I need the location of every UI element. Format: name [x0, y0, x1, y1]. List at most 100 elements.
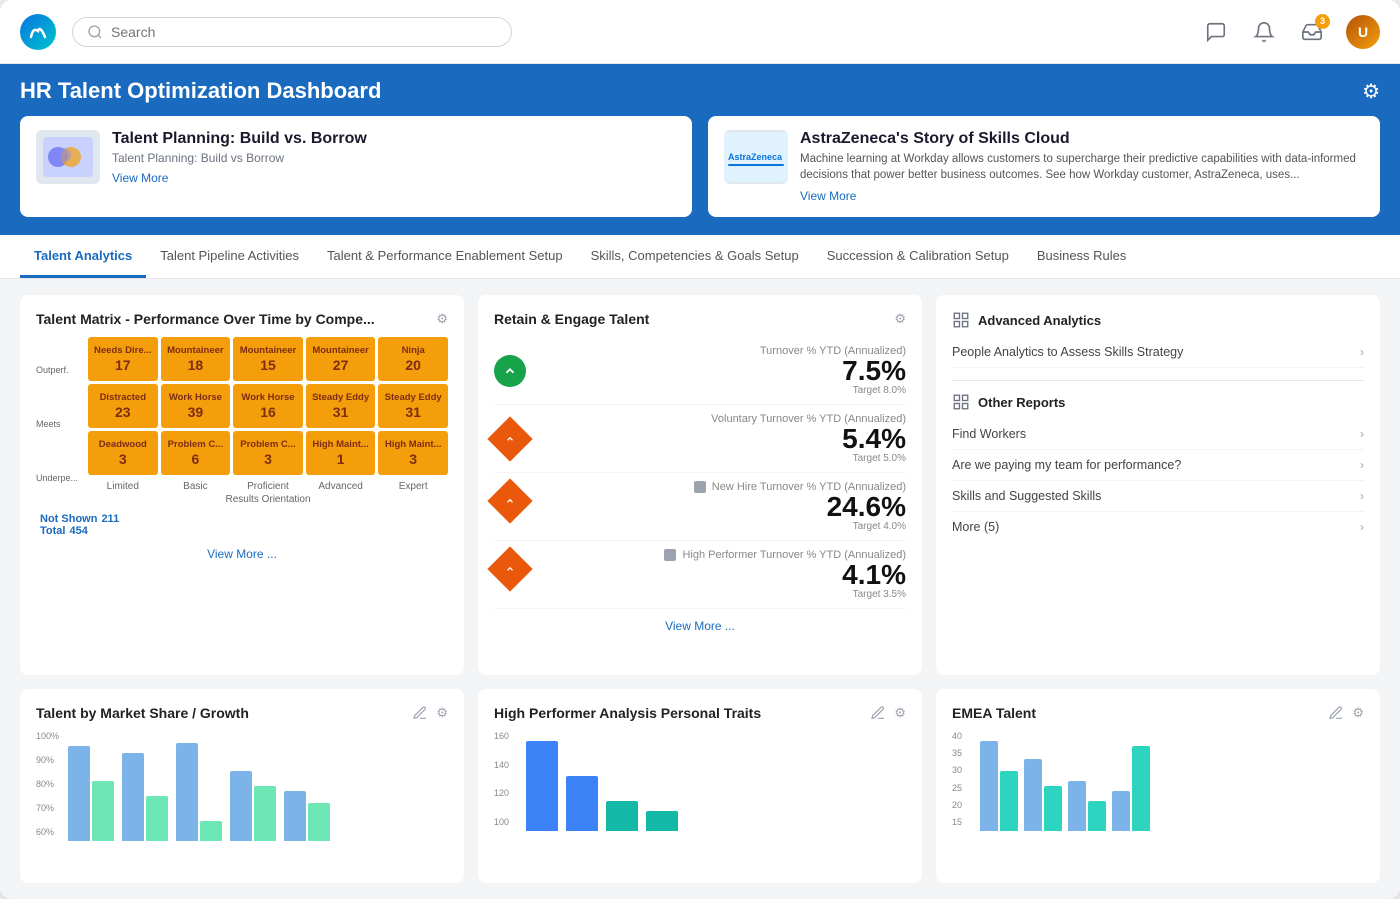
workday-logo[interactable] [20, 14, 56, 50]
retain-engage-title: Retain & Engage Talent [494, 311, 649, 327]
matrix-cell-0-3: Mountaineer27 [306, 337, 376, 381]
metric-value-4: 4.1% [538, 561, 906, 589]
chevron-icon-3: › [1360, 458, 1364, 472]
chevron-icon-4: › [1360, 489, 1364, 503]
tab-succession[interactable]: Succession & Calibration Setup [813, 236, 1023, 278]
metric-value-2: 5.4% [538, 425, 906, 453]
talent-matrix-view-more[interactable]: View More ... [36, 547, 448, 561]
metric-row-4: High Performer Turnover % YTD (Annualize… [494, 541, 906, 609]
retain-engage-card: Retain & Engage Talent ⚙ Turnover % YTD … [478, 295, 922, 675]
report-item-more[interactable]: More (5) › [952, 512, 1364, 542]
promo-subtitle-1: Talent Planning: Build vs Borrow [112, 151, 676, 165]
report-item-people-analytics[interactable]: People Analytics to Assess Skills Strate… [952, 337, 1364, 368]
report-item-find-workers[interactable]: Find Workers › [952, 419, 1364, 450]
matrix-cell-2-2: Problem C...3 [233, 431, 303, 475]
dashboard-title: HR Talent Optimization Dashboard [20, 78, 381, 104]
matrix-cell-2-1: Problem C...6 [161, 431, 231, 475]
search-bar[interactable] [72, 17, 512, 47]
metric-row-3: New Hire Turnover % YTD (Annualized) 24.… [494, 473, 906, 541]
chat-icon[interactable] [1202, 18, 1230, 46]
search-input[interactable] [111, 24, 497, 40]
report-link-label: People Analytics to Assess Skills Strate… [952, 345, 1183, 359]
metric-content-1: Turnover % YTD (Annualized) 7.5% Target … [538, 345, 906, 396]
promo-card-2: AstraZeneca AstraZeneca's Story of Skill… [708, 116, 1380, 217]
metric-icon-orange-3 [487, 479, 532, 524]
not-shown-value: 211 [101, 513, 119, 525]
promo-thumb-2: AstraZeneca [724, 130, 788, 184]
emea-talent-card: EMEA Talent ⚙ 403530252015 [936, 689, 1380, 883]
market-share-icons[interactable]: ⚙ [412, 705, 448, 721]
promo-title-1: Talent Planning: Build vs. Borrow [112, 130, 676, 148]
tab-talent-analytics[interactable]: Talent Analytics [20, 236, 146, 278]
market-share-title: Talent by Market Share / Growth [36, 705, 249, 721]
x-label-advanced: Advanced [306, 481, 376, 492]
chevron-icon-1: › [1360, 345, 1364, 359]
user-avatar[interactable]: U [1346, 15, 1380, 49]
promo-desc-2: Machine learning at Workday allows custo… [800, 151, 1364, 183]
report-item-paying[interactable]: Are we paying my team for performance? › [952, 450, 1364, 481]
emea-icons[interactable]: ⚙ [1328, 705, 1364, 721]
report-item-skills[interactable]: Skills and Suggested Skills › [952, 481, 1364, 512]
blue-header: HR Talent Optimization Dashboard ⚙ Talen… [0, 64, 1400, 235]
promo-thumb-1 [36, 130, 100, 184]
advanced-analytics-title: Advanced Analytics [978, 313, 1101, 328]
tab-enablement[interactable]: Talent & Performance Enablement Setup [313, 236, 577, 278]
emea-chart: 403530252015 [952, 731, 1364, 831]
promo-link-2[interactable]: View More [800, 189, 1364, 203]
metric-icon-orange-2 [487, 416, 532, 461]
retain-settings-icon[interactable]: ⚙ [894, 311, 906, 327]
matrix-cell-0-4: Ninja20 [378, 337, 448, 381]
tab-business-rules[interactable]: Business Rules [1023, 236, 1141, 278]
x-axis-title: Results Orientation [88, 494, 448, 505]
chevron-icon-2: › [1360, 427, 1364, 441]
metric-target-4: Target 3.5% [538, 589, 906, 600]
x-label-proficient: Proficient [233, 481, 303, 492]
row-label-outperf: Outperf. [36, 365, 84, 375]
inbox-icon[interactable]: 3 [1298, 18, 1326, 46]
nav-icons: 3 U [1202, 15, 1380, 49]
metric-content-4: High Performer Turnover % YTD (Annualize… [538, 549, 906, 600]
retain-view-more[interactable]: View More ... [494, 619, 906, 633]
total-label: Total [40, 525, 65, 537]
bell-icon[interactable] [1250, 18, 1278, 46]
matrix-cell-0-2: Mountaineer15 [233, 337, 303, 381]
tab-pipeline[interactable]: Talent Pipeline Activities [146, 236, 313, 278]
other-reports-title: Other Reports [978, 395, 1065, 410]
metric-content-2: Voluntary Turnover % YTD (Annualized) 5.… [538, 413, 906, 464]
talent-matrix-settings-icon[interactable]: ⚙ [436, 311, 448, 327]
row-label-underpe: Underpe... [36, 473, 84, 483]
matrix-cell-1-3: Steady Eddy31 [306, 384, 376, 428]
matrix-cell-2-4: High Maint...3 [378, 431, 448, 475]
promo-link-1[interactable]: View More [112, 171, 676, 185]
section-divider-1 [952, 380, 1364, 381]
tab-skills[interactable]: Skills, Competencies & Goals Setup [577, 236, 813, 278]
tabs-bar: Talent Analytics Talent Pipeline Activit… [0, 235, 1400, 279]
svg-text:AstraZeneca: AstraZeneca [728, 152, 783, 162]
talent-matrix-card: Talent Matrix - Performance Over Time by… [20, 295, 464, 675]
emea-title: EMEA Talent [952, 705, 1036, 721]
row-label-meets: Meets [36, 419, 84, 429]
chevron-icon-5: › [1360, 520, 1364, 534]
metric-icon-green [494, 355, 526, 387]
advanced-analytics-card: Advanced Analytics People Analytics to A… [936, 295, 1380, 675]
metric-row-2: Voluntary Turnover % YTD (Annualized) 5.… [494, 405, 906, 473]
matrix-cell-0-0: Needs Dire...17 [88, 337, 158, 381]
matrix-cell-0-1: Mountaineer18 [161, 337, 231, 381]
promo-cards: Talent Planning: Build vs. Borrow Talent… [20, 116, 1380, 217]
main-content: Talent Matrix - Performance Over Time by… [0, 279, 1400, 899]
matrix-cell-1-0: Distracted23 [88, 384, 158, 428]
matrix-cell-2-3: High Maint...1 [306, 431, 376, 475]
high-performer-chart: 160140120100 [494, 731, 906, 831]
matrix-footer: Not Shown211 Total454 [36, 513, 448, 537]
metric-value-3: 24.6% [538, 493, 906, 521]
high-performer-title: High Performer Analysis Personal Traits [494, 705, 761, 721]
high-performer-icons[interactable]: ⚙ [870, 705, 906, 721]
dashboard-settings-icon[interactable]: ⚙ [1362, 79, 1380, 104]
promo-title-2: AstraZeneca's Story of Skills Cloud [800, 130, 1364, 148]
talent-matrix-title: Talent Matrix - Performance Over Time by… [36, 311, 375, 327]
search-icon [87, 24, 103, 40]
not-shown-label: Not Shown [40, 513, 97, 525]
metric-value-1: 7.5% [538, 357, 906, 385]
high-performer-card: High Performer Analysis Personal Traits … [478, 689, 922, 883]
x-label-expert: Expert [378, 481, 448, 492]
